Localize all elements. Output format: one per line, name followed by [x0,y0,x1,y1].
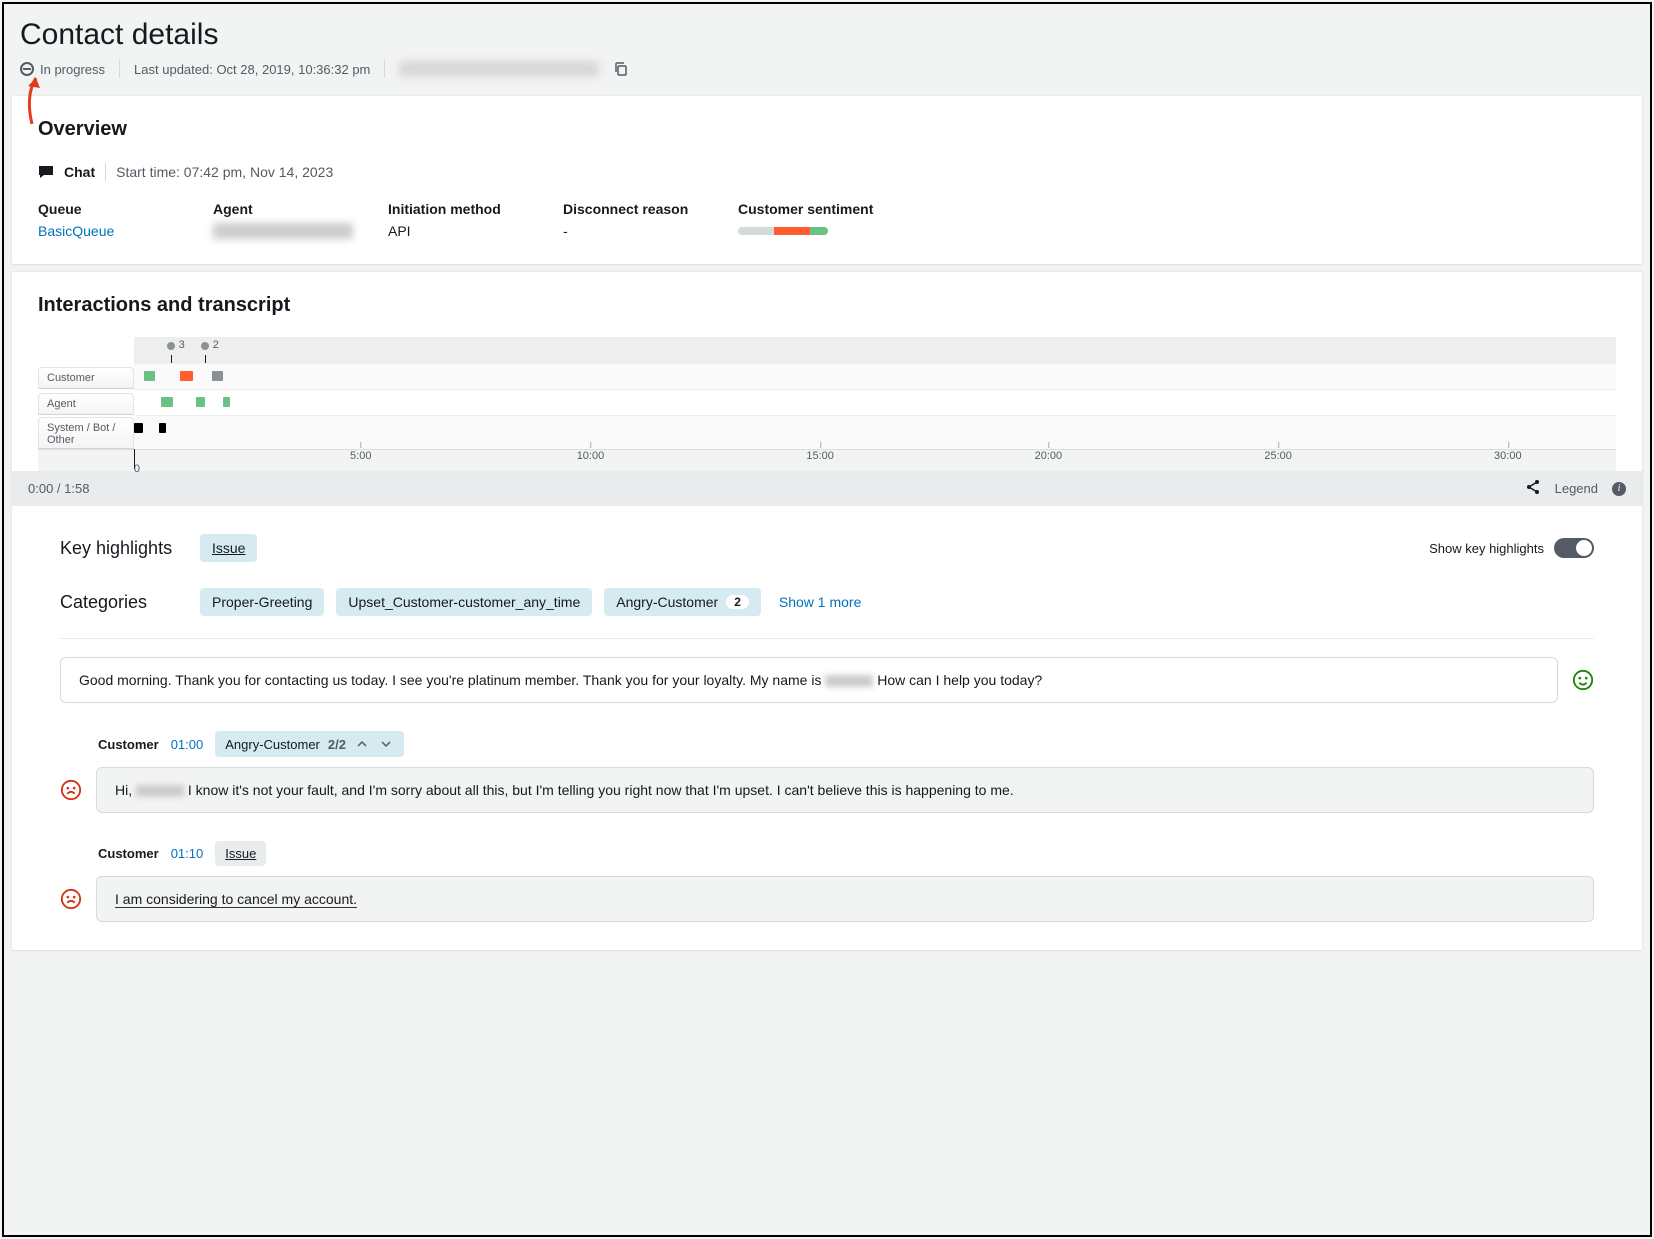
transcript-time[interactable]: 01:00 [171,737,204,752]
timeline-segment[interactable] [144,371,154,381]
transcript-time[interactable]: 01:10 [171,846,204,861]
disconnect-label: Disconnect reason [563,201,718,217]
category-pill[interactable]: Proper-Greeting [200,588,324,616]
transcript-speaker: Customer [98,737,159,752]
sad-face-icon [60,779,82,801]
show-highlights-toggle[interactable] [1554,538,1594,558]
axis-tick: 10:00 [577,450,605,462]
timeline-axis: 5:00 10:00 15:00 20:00 25:00 30:00 [134,450,1616,471]
agent-value-redacted [213,223,353,239]
timeline-marker-label: 2 [213,339,219,351]
timeline-marker-dot[interactable] [201,342,209,350]
axis-tick: 25:00 [1264,450,1292,462]
axis-tick: 30:00 [1494,450,1522,462]
timeline-segment[interactable] [212,371,223,381]
timeline-row-agent: Agent [38,393,134,415]
timeline-row-customer: Customer [38,367,134,389]
timeline-segment[interactable] [161,397,172,407]
happy-face-icon [1572,669,1594,691]
disconnect-value: - [563,223,718,239]
timeline-segment[interactable] [180,371,194,381]
show-highlights-label: Show key highlights [1429,541,1544,556]
agent-name-redacted [825,675,873,687]
interactions-title: Interactions and transcript [38,294,1616,317]
playback-time: 0:00 / 1:58 [28,481,89,496]
share-icon[interactable] [1525,479,1541,498]
transcript-speaker: Customer [98,846,159,861]
transcript-category-chip[interactable]: Angry-Customer 2/2 [215,731,404,757]
chevron-down-icon[interactable] [378,736,394,752]
status-text: In progress [40,62,105,77]
axis-tick: 20:00 [1035,450,1063,462]
page-title: Contact details [20,18,1634,52]
transcript-msg-1: Hi, I know it's not your fault, and I'm … [96,767,1594,813]
timeline-segment[interactable] [159,423,166,433]
transcript-greeting: Good morning. Thank you for contacting u… [60,657,1558,703]
start-time: Start time: 07:42 pm, Nov 14, 2023 [116,164,333,180]
initiation-value: API [388,223,543,239]
in-progress-icon [20,62,34,76]
timeline-segment[interactable] [223,397,230,407]
sentiment-bar [738,227,828,235]
timeline-segment[interactable] [134,423,143,433]
key-highlights-title: Key highlights [60,538,180,559]
initiation-label: Initiation method [388,201,543,217]
chat-icon [38,165,54,179]
category-pill[interactable]: Upset_Customer-customer_any_time [336,588,592,616]
overview-title: Overview [38,118,1616,141]
category-badge: 2 [726,595,749,609]
queue-value[interactable]: BasicQueue [38,223,193,239]
chat-type: Chat [64,164,95,180]
timeline-marker-label: 3 [179,339,185,351]
timeline-segment[interactable] [196,397,205,407]
categories-title: Categories [60,592,180,613]
agent-label: Agent [213,201,368,217]
axis-tick: 15:00 [806,450,834,462]
contact-id-redacted [399,61,599,77]
axis-tick: 5:00 [350,450,371,462]
timeline-marker-dot[interactable] [167,342,175,350]
timeline-row-system: System / Bot / Other [38,417,134,449]
category-pill[interactable]: Angry-Customer 2 [604,588,761,616]
timeline-track-system[interactable] [134,415,1616,449]
sentiment-label: Customer sentiment [738,201,918,217]
timeline-track-agent[interactable] [134,389,1616,415]
chevron-up-icon[interactable] [354,736,370,752]
transcript-issue-chip[interactable]: Issue [215,841,266,866]
agent-name-redacted [136,785,184,797]
last-updated: Last updated: Oct 28, 2019, 10:36:32 pm [134,62,370,77]
queue-label: Queue [38,201,193,217]
sad-face-icon [60,888,82,910]
legend-label[interactable]: Legend [1555,481,1598,496]
transcript-msg-2: I am considering to cancel my account. [96,876,1594,922]
status: In progress [20,62,105,77]
copy-icon[interactable] [613,61,629,77]
highlight-issue-pill[interactable]: Issue [200,534,257,562]
timeline-markers[interactable]: 32 [134,337,1616,363]
info-icon[interactable]: i [1612,482,1626,496]
timeline-track-customer[interactable] [134,363,1616,389]
show-more-categories[interactable]: Show 1 more [779,594,861,610]
header-meta: In progress Last updated: Oct 28, 2019, … [20,60,1634,78]
